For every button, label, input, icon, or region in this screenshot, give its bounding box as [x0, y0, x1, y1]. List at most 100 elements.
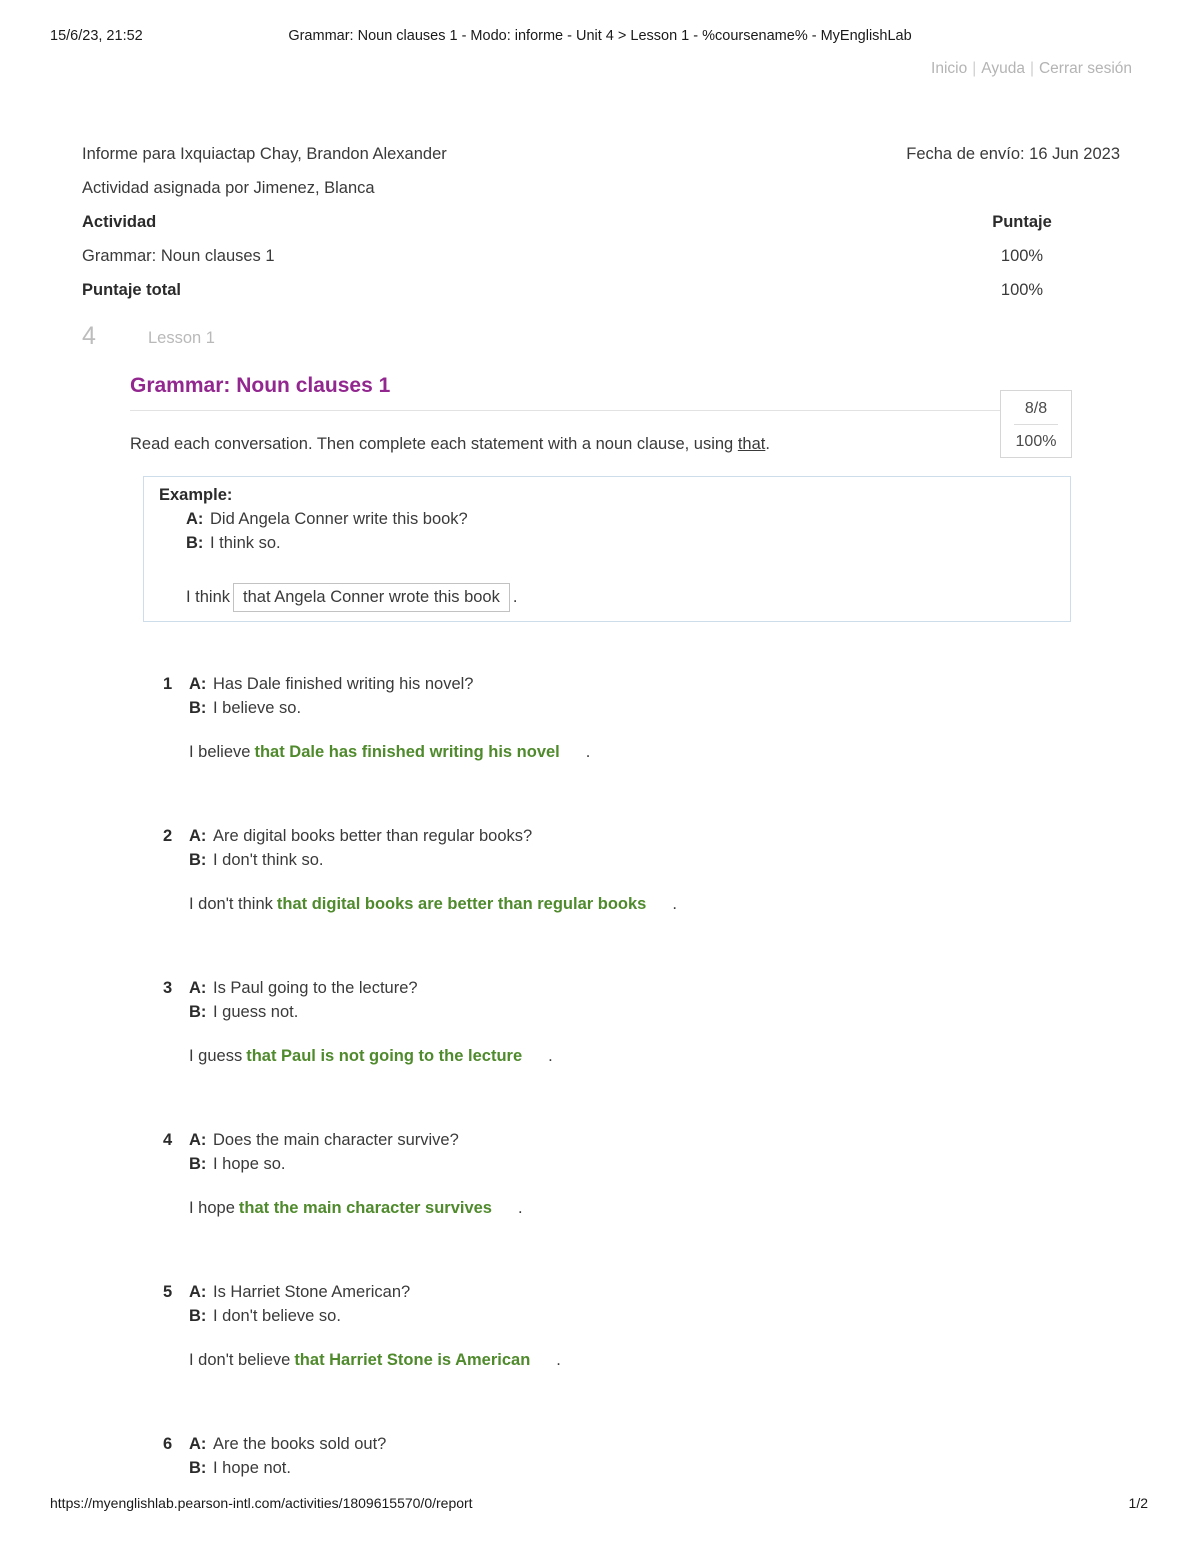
example-text-a: Did Angela Conner write this book? — [210, 510, 468, 528]
answer-prefix: I guess — [189, 1047, 243, 1065]
question-number: 6 — [163, 1435, 173, 1453]
question-speaker-b: B: — [189, 699, 207, 717]
question-answer-line: I don't think that digital books are bett… — [189, 895, 677, 914]
question-number: 4 — [163, 1131, 173, 1149]
question-speaker-a: A: — [189, 1131, 207, 1149]
question-text-b: I believe so. — [213, 699, 302, 717]
activity-title: Grammar: Noun clauses 1 — [130, 374, 391, 397]
answer-suffix: . — [517, 1199, 523, 1217]
question-speaker-a: A: — [189, 979, 207, 997]
column-header-score: Puntaje — [992, 213, 1052, 231]
question-speaker-b: B: — [189, 1307, 207, 1325]
question-text-a: Does the main character survive? — [213, 1131, 459, 1149]
print-document-title: Grammar: Noun clauses 1 - Modo: informe … — [288, 28, 912, 44]
question-line-b: B: I don't think so. — [189, 851, 323, 870]
score-fraction: 8/8 — [1024, 400, 1048, 417]
report-assigned-by-row: Actividad asignada por Jimenez, Blanca — [82, 177, 1120, 211]
report-submission-date: Fecha de envío: 16 Jun 2023 — [906, 145, 1120, 163]
question-speaker-b: B: — [189, 1003, 207, 1021]
answer-suffix: . — [672, 895, 677, 913]
question-answer-line: I believe that Dale has finished writing … — [189, 743, 590, 762]
question-text-b: I guess not. — [213, 1003, 299, 1021]
question-line-a: A: Are the books sold out? — [189, 1435, 386, 1454]
print-footer-page-number: 1/2 — [1128, 1495, 1148, 1511]
example-answer-suffix: . — [512, 588, 518, 606]
report-activity-name: Grammar: Noun clauses 1 — [82, 247, 275, 265]
nav-link-help[interactable]: Ayuda — [981, 60, 1025, 77]
example-line-b: B: I think so. — [186, 534, 281, 553]
score-percent: 100% — [1015, 433, 1057, 450]
lesson-label: Lesson 1 — [148, 329, 215, 347]
example-speaker-a: A: — [186, 510, 204, 528]
nav-separator-2: | — [1029, 60, 1034, 77]
answer-filled-value[interactable]: that Dale has finished writing his novel — [250, 743, 563, 761]
question-line-a: A: Has Dale finished writing his novel? — [189, 675, 473, 694]
example-answer-prefix: I think — [186, 588, 231, 606]
answer-filled-value[interactable]: that digital books are better than regul… — [273, 895, 650, 913]
answer-suffix: . — [585, 743, 591, 761]
report-activity-score: 100% — [1000, 247, 1044, 265]
question-line-b: B: I hope so. — [189, 1155, 285, 1174]
unit-number: 4 — [82, 322, 96, 350]
report-activity-row: Grammar: Noun clauses 1 100% — [82, 245, 1120, 279]
report-student-name: Informe para Ixquiactap Chay, Brandon Al… — [82, 145, 447, 163]
answer-prefix: I believe — [189, 743, 251, 761]
instructions-text-after: . — [765, 435, 770, 453]
question-speaker-b: B: — [189, 1459, 207, 1477]
answer-suffix: . — [556, 1351, 561, 1369]
report-total-row: Puntaje total 100% — [82, 279, 1120, 313]
question-number: 5 — [163, 1283, 173, 1301]
question-line-b: B: I believe so. — [189, 699, 301, 718]
example-answer-line: I think that Angela Conner wrote this boo… — [186, 583, 518, 613]
nav-separator-1: | — [972, 60, 977, 77]
nav-link-home[interactable]: Inicio — [931, 60, 967, 77]
answer-prefix: I don't think — [189, 895, 273, 913]
question-speaker-a: A: — [189, 827, 207, 845]
question-speaker-a: A: — [189, 1283, 207, 1301]
instructions-text-before: Read each conversation. Then complete ea… — [130, 435, 738, 453]
question-text-a: Is Paul going to the lecture? — [213, 979, 418, 997]
answer-filled-value[interactable]: that Paul is not going to the lecture — [242, 1047, 526, 1065]
question-text-a: Are digital books better than regular bo… — [213, 827, 533, 845]
question-answer-line: I guess that Paul is not going to the lec… — [189, 1047, 553, 1066]
report-total-label: Puntaje total — [82, 281, 182, 299]
example-answer-input[interactable]: that Angela Conner wrote this book — [233, 583, 510, 613]
question-speaker-b: B: — [189, 1155, 207, 1173]
print-footer-url: https://myenglishlab.pearson-intl.com/ac… — [50, 1495, 473, 1511]
answer-suffix: . — [548, 1047, 553, 1065]
print-footer: https://myenglishlab.pearson-intl.com/ac… — [0, 1495, 1200, 1515]
answer-filled-value[interactable]: that Harriet Stone is American — [290, 1351, 534, 1369]
report-summary: Informe para Ixquiactap Chay, Brandon Al… — [82, 143, 1120, 313]
answer-filled-value[interactable]: that the main character survives — [235, 1199, 496, 1217]
example-text-b: I think so. — [210, 534, 281, 552]
question-number: 2 — [163, 827, 173, 845]
question-line-b: B: I don't believe so. — [189, 1307, 341, 1326]
nav-link-logout[interactable]: Cerrar sesión — [1039, 60, 1132, 77]
question-text-b: I don't think so. — [213, 851, 324, 869]
answer-prefix: I don't believe — [189, 1351, 291, 1369]
question-speaker-a: A: — [189, 1435, 207, 1453]
activity-block: Grammar: Noun clauses 1 Read each conver… — [130, 372, 1070, 456]
question-answer-line: I don't believe that Harriet Stone is Ame… — [189, 1351, 561, 1370]
example-label: Example: — [159, 486, 233, 504]
question-text-a: Is Harriet Stone American? — [213, 1283, 411, 1301]
activity-score-badge: 8/8 100% — [1000, 390, 1072, 458]
question-line-a: A: Are digital books better than regular … — [189, 827, 532, 846]
question-number: 3 — [163, 979, 173, 997]
activity-instructions: Read each conversation. Then complete ea… — [130, 411, 1070, 456]
question-text-a: Has Dale finished writing his novel? — [213, 675, 474, 693]
report-assigned-by: Actividad asignada por Jimenez, Blanca — [82, 179, 375, 197]
example-line-a: A: Did Angela Conner write this book? — [186, 510, 468, 529]
unit-lesson-breadcrumb: 4 Lesson 1 — [82, 322, 1082, 355]
report-total-score: 100% — [1000, 281, 1044, 299]
question-line-b: B: I guess not. — [189, 1003, 298, 1022]
question-line-b: B: I hope not. — [189, 1459, 291, 1478]
question-line-a: A: Is Harriet Stone American? — [189, 1283, 410, 1302]
answer-prefix: I hope — [189, 1199, 235, 1217]
report-student-row: Informe para Ixquiactap Chay, Brandon Al… — [82, 143, 1120, 177]
question-number: 1 — [163, 675, 173, 693]
question-answer-line: I hope that the main character survives. — [189, 1199, 523, 1218]
question-text-a: Are the books sold out? — [213, 1435, 387, 1453]
column-header-activity: Actividad — [82, 213, 157, 231]
report-table-header: Actividad Puntaje — [82, 211, 1120, 245]
